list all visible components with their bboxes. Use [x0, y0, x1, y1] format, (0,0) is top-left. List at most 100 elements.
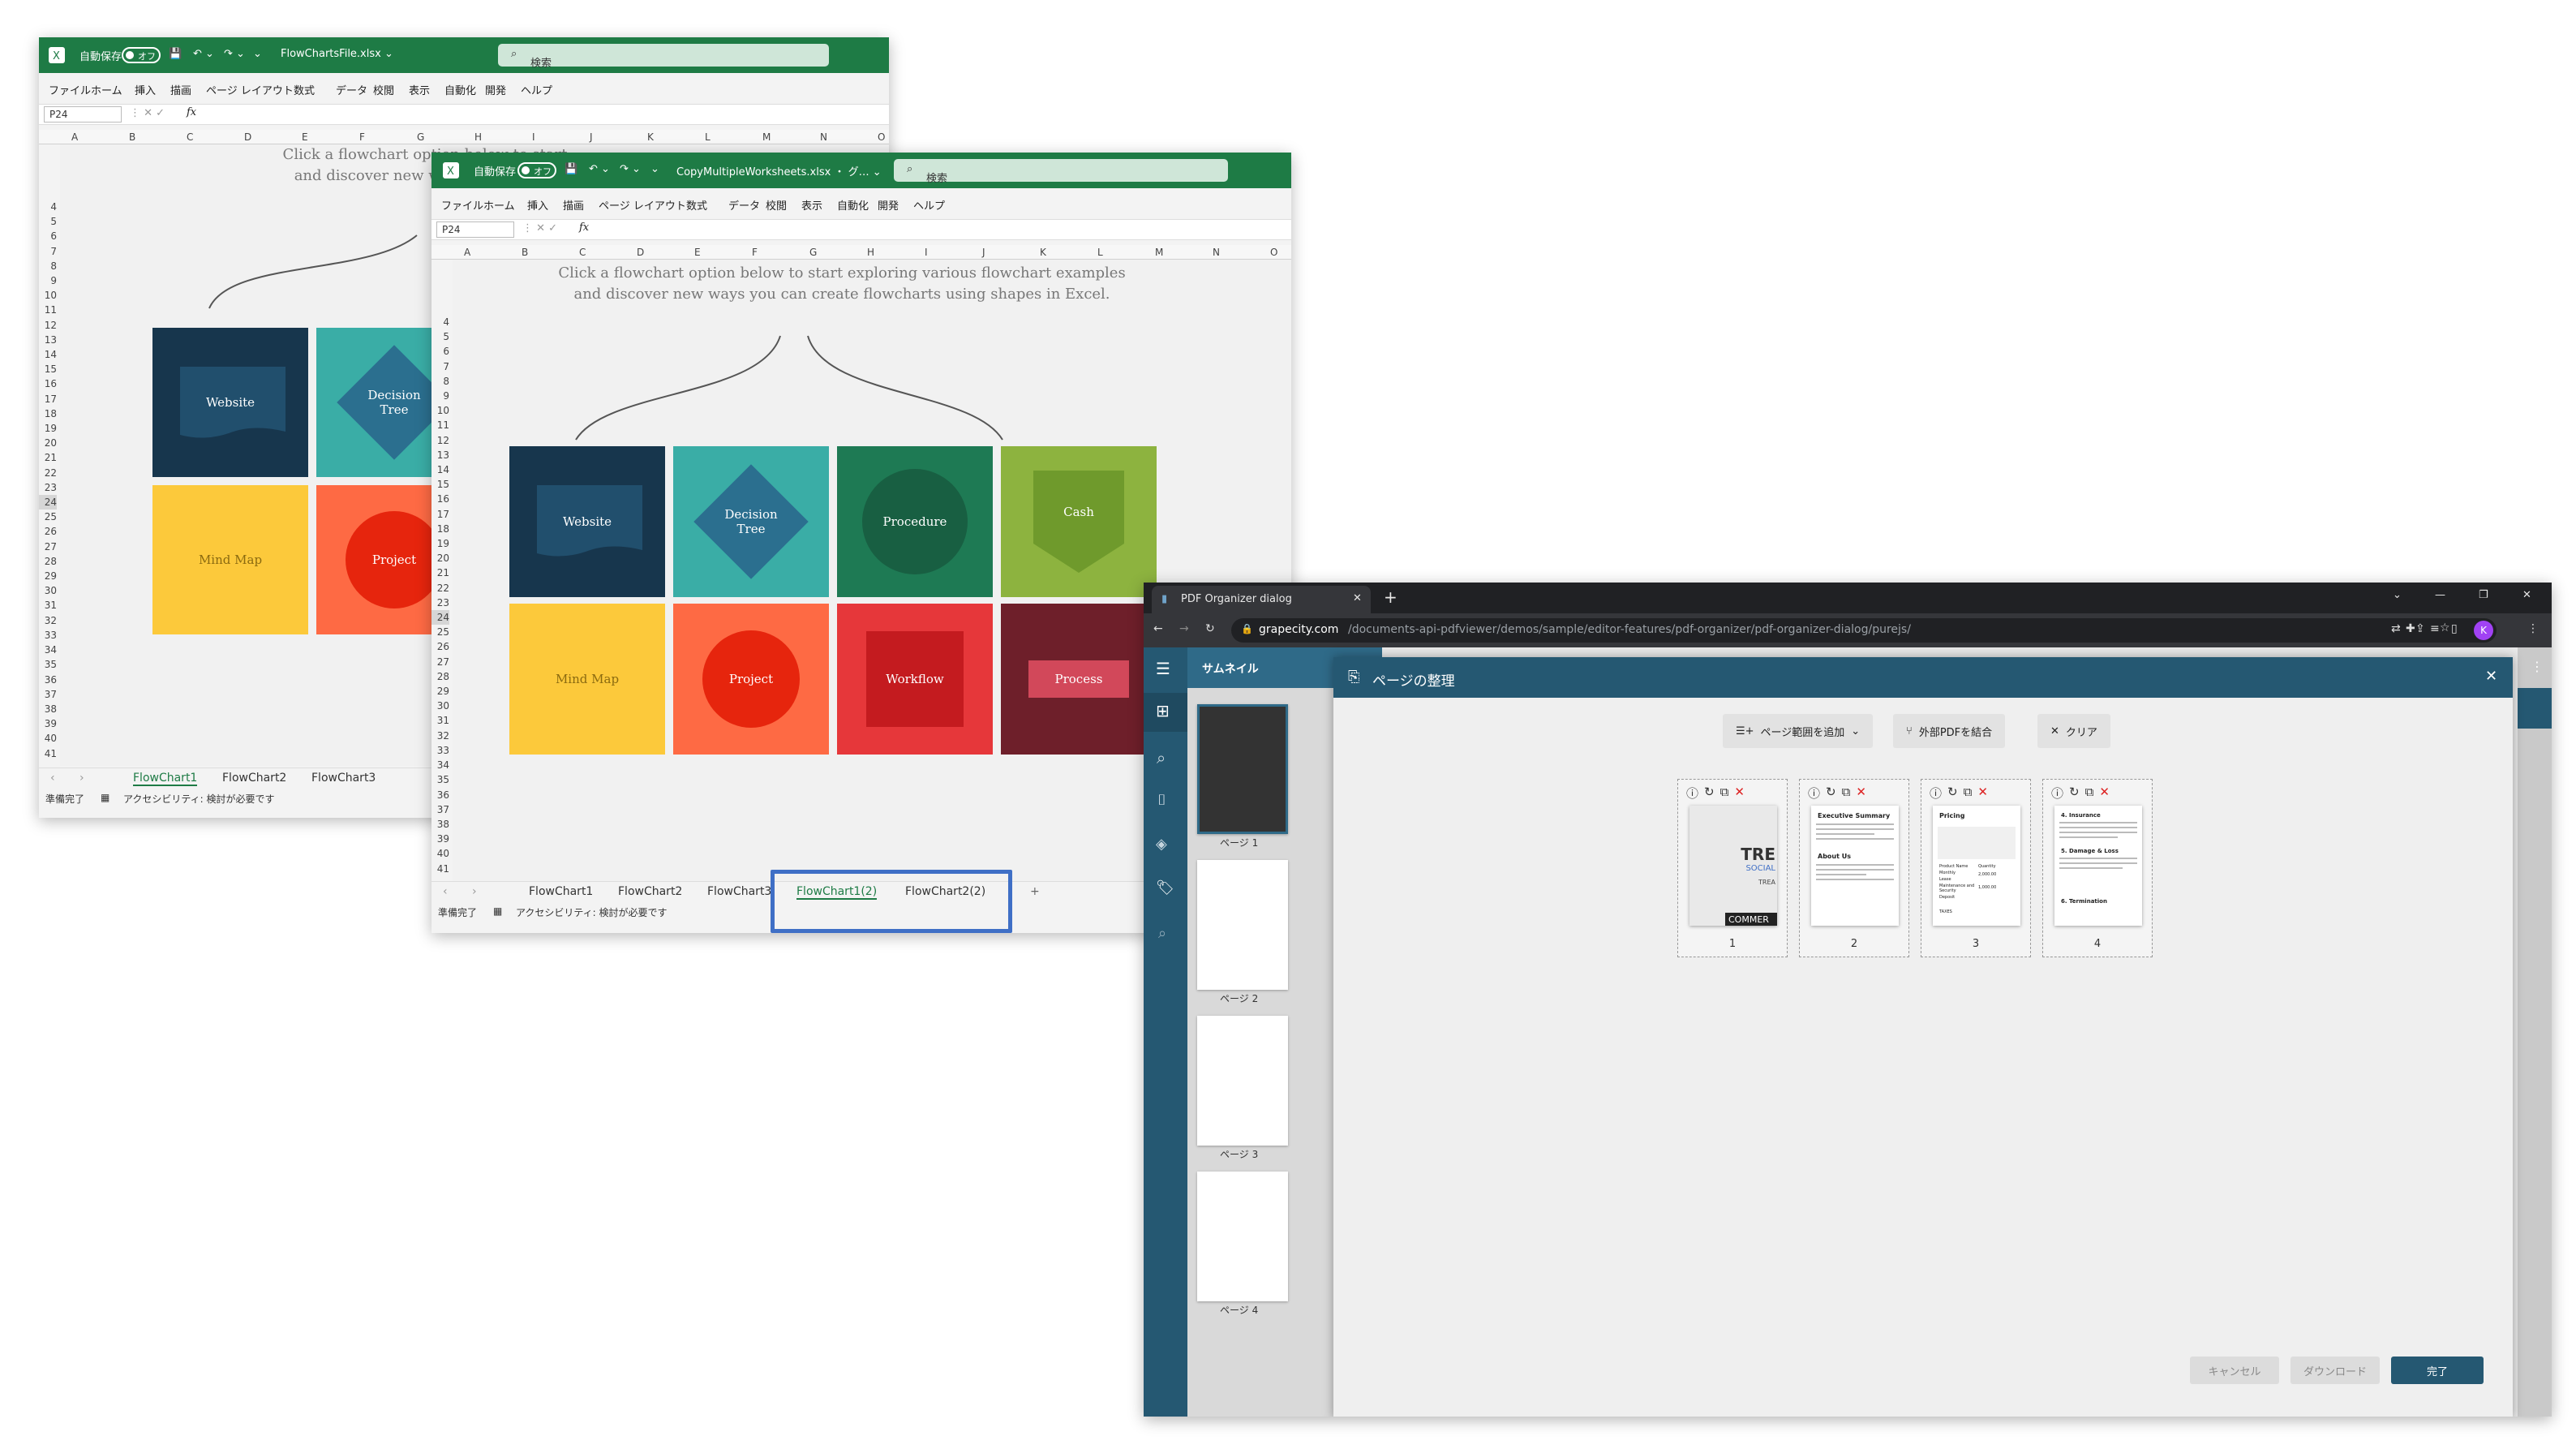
merge-external-pdf-button[interactable]: ⑂ 外部PDFを結合: [1893, 714, 2006, 748]
tile-workflow[interactable]: Workflow: [837, 604, 993, 755]
window-close-icon[interactable]: ✕: [2522, 589, 2531, 601]
row-header[interactable]: 23: [431, 596, 449, 610]
row-header[interactable]: 10: [431, 403, 449, 418]
duplicate-icon[interactable]: ⧉: [1842, 785, 1851, 801]
tile-website[interactable]: Website: [152, 328, 308, 477]
row-header[interactable]: 36: [431, 788, 449, 802]
row-header[interactable]: 27: [39, 540, 57, 554]
menu-item[interactable]: データ: [728, 197, 760, 213]
menu-item[interactable]: 自動化: [444, 82, 476, 97]
column-header[interactable]: N: [820, 131, 827, 143]
row-header[interactable]: 32: [39, 613, 57, 628]
info-icon[interactable]: ⓘ: [1808, 785, 1820, 801]
column-header[interactable]: N: [1213, 247, 1220, 258]
done-button[interactable]: 完了: [2391, 1357, 2484, 1384]
minimize-icon[interactable]: —: [2435, 589, 2445, 601]
row-header[interactable]: 11: [431, 418, 449, 432]
menu-item[interactable]: 表示: [801, 197, 822, 213]
row-header[interactable]: 33: [431, 743, 449, 758]
row-header[interactable]: 4: [431, 315, 449, 329]
redo-icon[interactable]: ↷ ⌄: [620, 163, 641, 175]
row-header[interactable]: 20: [431, 551, 449, 565]
tab-flowchart2[interactable]: FlowChart2: [222, 772, 286, 785]
duplicate-icon[interactable]: ⧉: [1964, 785, 1973, 801]
info-icon[interactable]: ⓘ: [2051, 785, 2063, 801]
thumbnails-panel-button[interactable]: ⊞: [1144, 693, 1187, 732]
menu-item[interactable]: 校閲: [766, 197, 787, 213]
row-header[interactable]: 19: [431, 536, 449, 551]
layers-icon[interactable]: ◈: [1156, 836, 1167, 853]
tab-prev-icon[interactable]: ‹: [443, 885, 448, 898]
new-tab-icon[interactable]: +: [1384, 587, 1397, 607]
column-header[interactable]: K: [1040, 247, 1046, 258]
tab-flowchart3[interactable]: FlowChart3: [707, 885, 771, 898]
share-icon[interactable]: ⇪: [2415, 622, 2425, 635]
reload-icon[interactable]: ↻: [1205, 622, 1215, 635]
side-panel-icon[interactable]: ▯: [2451, 622, 2458, 635]
row-header[interactable]: 17: [431, 507, 449, 522]
column-header[interactable]: J: [590, 131, 593, 143]
column-header[interactable]: J: [982, 247, 985, 258]
row-header[interactable]: 35: [39, 657, 57, 672]
menu-item[interactable]: 描画: [563, 197, 584, 213]
row-header[interactable]: 41: [39, 746, 57, 761]
row-header[interactable]: 40: [431, 846, 449, 861]
tile-project[interactable]: Project: [673, 604, 829, 755]
column-header[interactable]: O: [878, 131, 885, 143]
row-header[interactable]: 17: [39, 392, 57, 406]
row-header[interactable]: 27: [431, 655, 449, 669]
menu-item[interactable]: 開発: [878, 197, 899, 213]
name-box[interactable]: P24: [436, 221, 514, 238]
row-header[interactable]: 20: [39, 436, 57, 450]
rotate-icon[interactable]: ↻: [1826, 785, 1836, 801]
download-button[interactable]: ダウンロード: [2290, 1357, 2380, 1384]
row-header[interactable]: 34: [431, 758, 449, 772]
add-sheet-icon[interactable]: +: [1030, 885, 1040, 898]
customize-icon[interactable]: ⌄: [650, 163, 659, 175]
tile-process[interactable]: Process: [1001, 604, 1157, 755]
macro-icon[interactable]: ▦: [101, 792, 109, 803]
column-header[interactable]: L: [705, 131, 711, 143]
tab-prev-icon[interactable]: ‹: [50, 772, 55, 785]
row-header[interactable]: 4: [39, 200, 57, 214]
maximize-icon[interactable]: ❐: [2479, 589, 2488, 601]
column-header[interactable]: H: [867, 247, 874, 258]
profile-avatar[interactable]: K: [2474, 621, 2493, 640]
search-box[interactable]: ⌕ 検索: [498, 44, 829, 70]
row-header[interactable]: 18: [39, 406, 57, 421]
menu-item[interactable]: ホーム: [483, 197, 515, 213]
row-header[interactable]: 39: [39, 716, 57, 731]
menu-item[interactable]: 数式: [294, 82, 315, 97]
viewer-more-icon[interactable]: ⋮: [2531, 659, 2544, 674]
column-header[interactable]: B: [129, 131, 135, 143]
row-header[interactable]: 30: [39, 583, 57, 598]
menu-item[interactable]: ファイル: [441, 197, 483, 213]
menu-item[interactable]: ページ レイアウト: [206, 82, 294, 97]
row-header[interactable]: 39: [431, 832, 449, 846]
name-box[interactable]: P24: [44, 106, 122, 123]
tile-decision-tree[interactable]: Decision Tree: [673, 446, 829, 597]
duplicate-icon[interactable]: ⧉: [2085, 785, 2094, 801]
address-bar[interactable]: 🔒 grapecity.com /documents-api-pdfviewer…: [1231, 618, 2497, 643]
undo-icon[interactable]: ↶ ⌄: [193, 48, 214, 60]
row-header[interactable]: 12: [431, 433, 449, 448]
autosave-toggle[interactable]: オフ: [517, 162, 556, 178]
browser-tab-active[interactable]: ▮ PDF Organizer dialog ✕: [1152, 586, 1371, 613]
row-header[interactable]: 9: [39, 273, 57, 288]
row-header[interactable]: 41: [431, 862, 449, 876]
column-header[interactable]: L: [1097, 247, 1103, 258]
row-header[interactable]: 18: [431, 522, 449, 536]
row-header[interactable]: 32: [431, 729, 449, 743]
row-header[interactable]: 37: [431, 802, 449, 817]
thumbnail-page-4[interactable]: [1197, 1172, 1288, 1301]
row-header[interactable]: 31: [39, 598, 57, 613]
column-header[interactable]: C: [187, 131, 193, 143]
menu-item[interactable]: データ: [336, 82, 367, 97]
tile-procedure[interactable]: Procedure: [837, 446, 993, 597]
search-icon[interactable]: ⌕: [1157, 748, 1166, 767]
browser-menu-icon[interactable]: ⋮: [2527, 622, 2539, 635]
column-header[interactable]: C: [579, 247, 586, 258]
rotate-icon[interactable]: ↻: [1704, 785, 1715, 801]
menu-item[interactable]: ヘルプ: [521, 82, 552, 97]
save-icon[interactable]: 💾: [169, 48, 182, 60]
